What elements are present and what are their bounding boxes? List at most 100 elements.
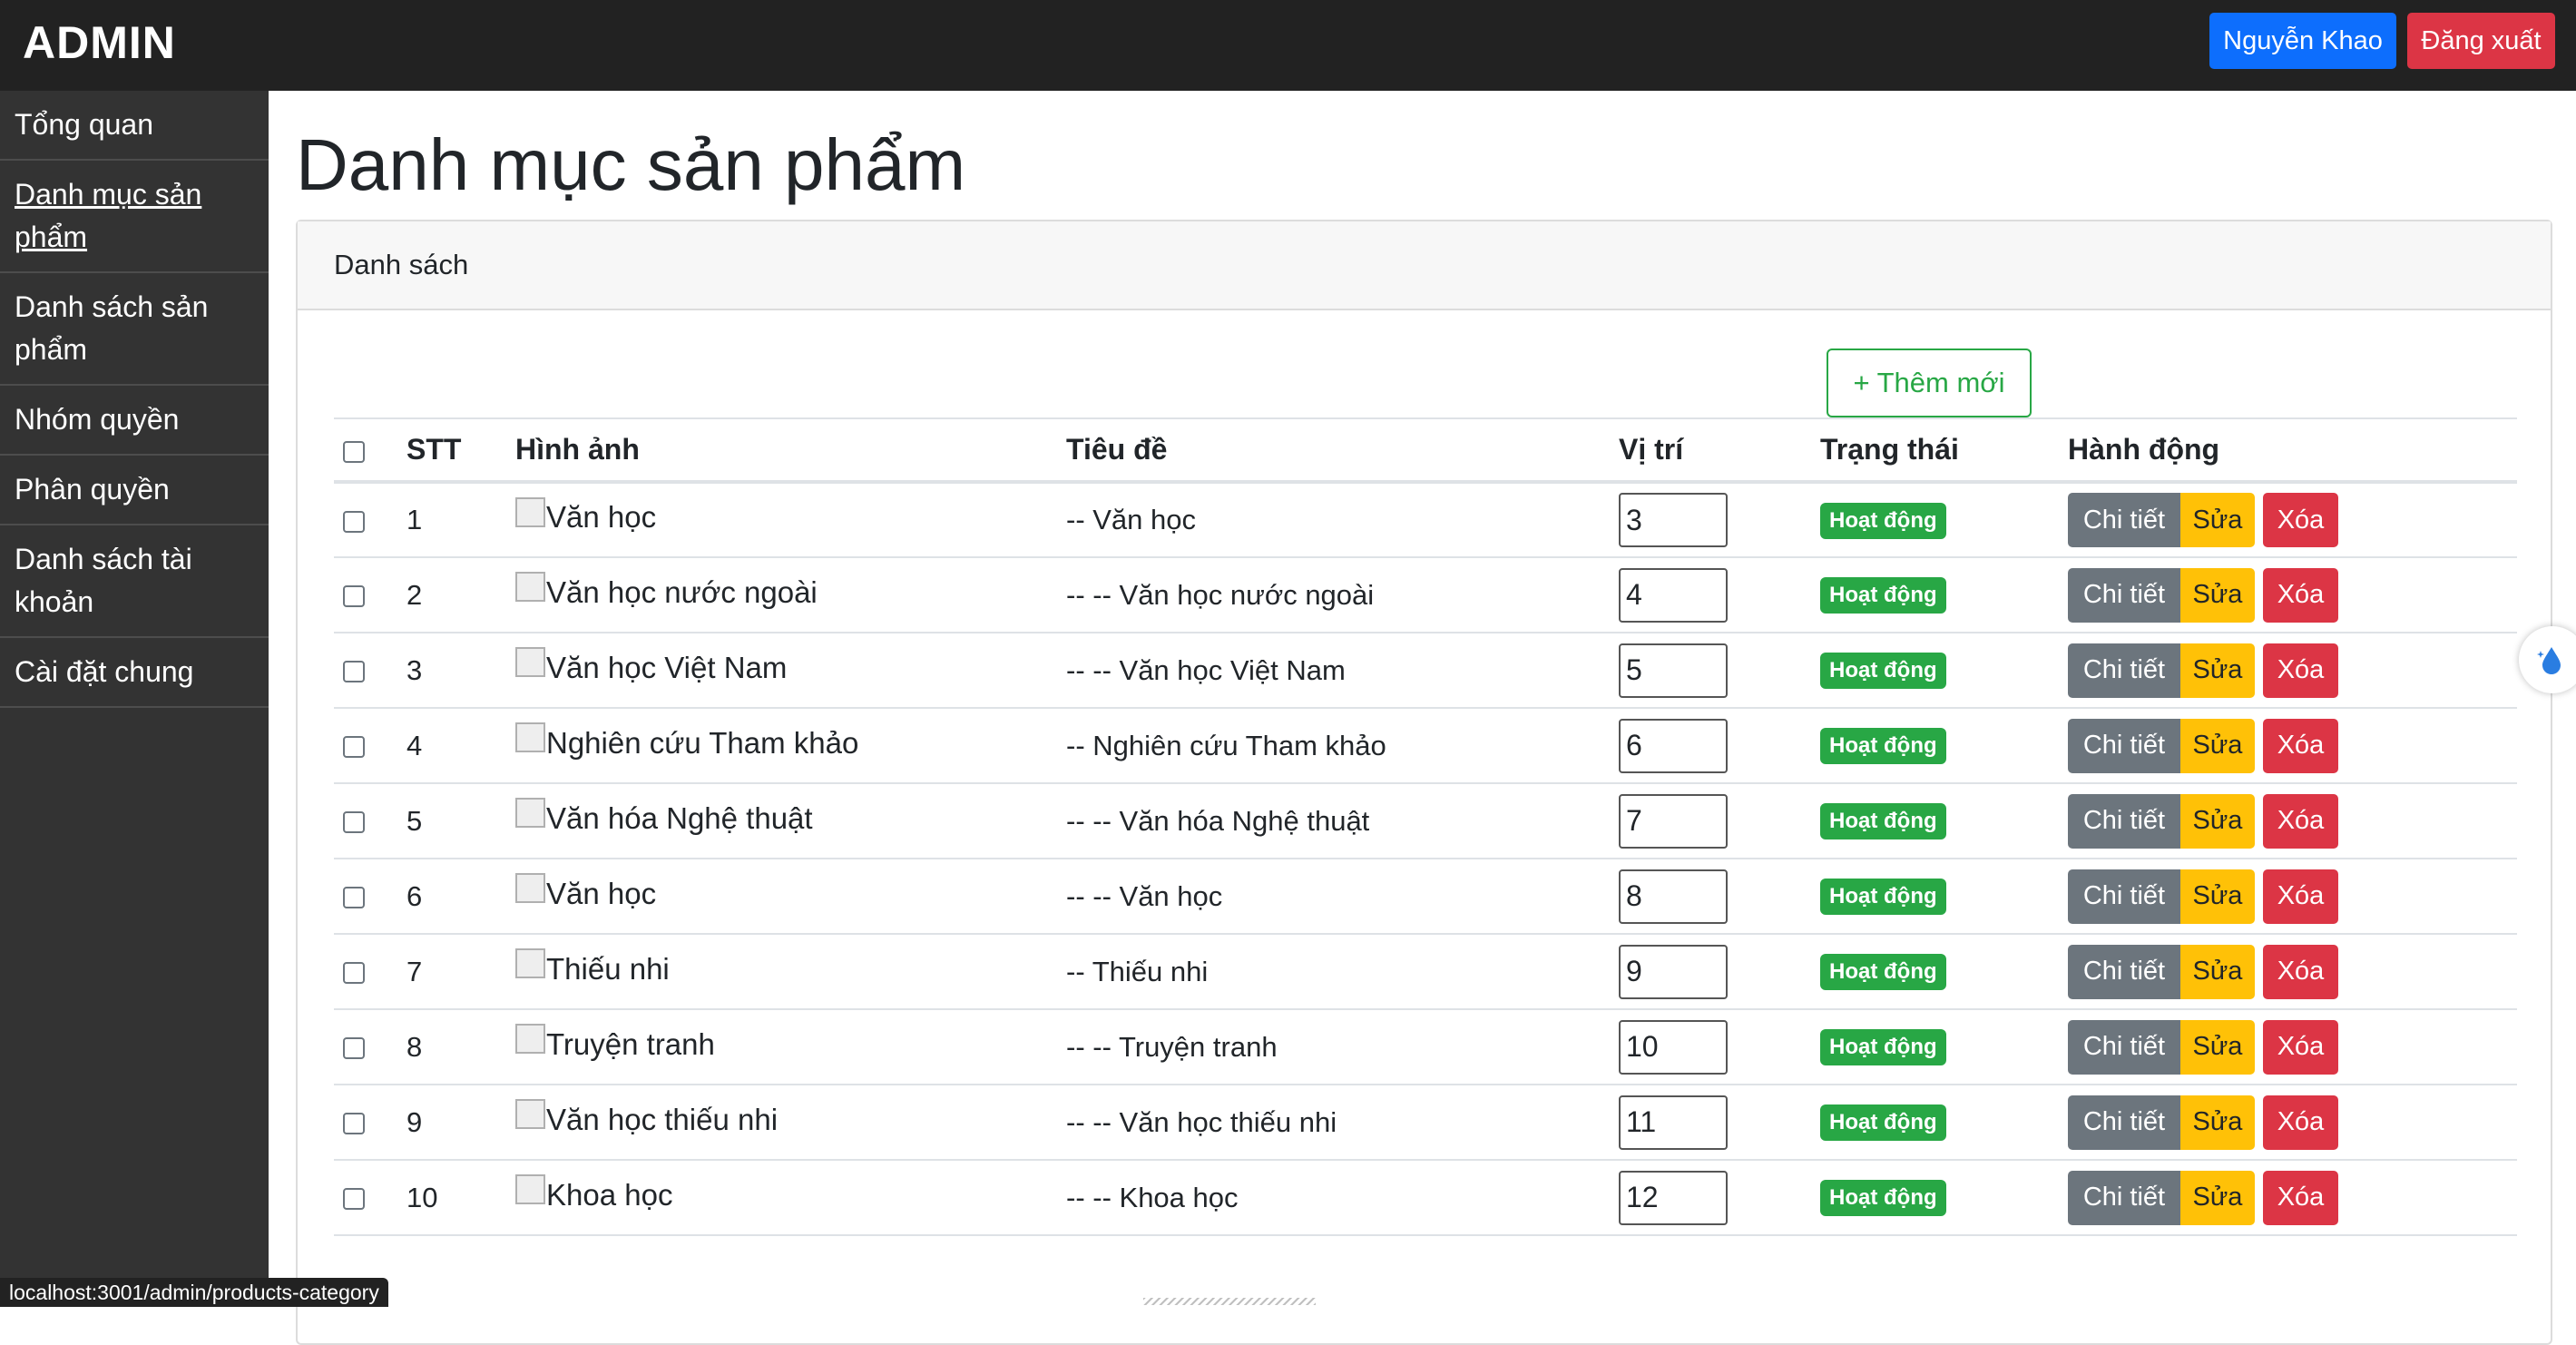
detail-button[interactable]: Chi tiết <box>2068 793 2180 849</box>
category-image: Khoa học <box>515 1174 673 1212</box>
delete-button[interactable]: Xóa <box>2263 1095 2338 1150</box>
edit-button[interactable]: Sửa <box>2180 567 2255 623</box>
detail-button[interactable]: Chi tiết <box>2068 869 2180 924</box>
edit-button[interactable]: Sửa <box>2180 944 2255 999</box>
row-image-cell: Văn học nước ngoài <box>515 557 1066 633</box>
delete-button[interactable]: Xóa <box>2263 1019 2338 1075</box>
row-position-cell: 8 <box>1619 859 1820 934</box>
detail-button[interactable]: Chi tiết <box>2068 493 2180 547</box>
sidebar-item-product-category[interactable]: Danh mục sản phẩm <box>0 161 269 273</box>
row-title: -- -- Văn học nước ngoài <box>1066 578 1375 611</box>
row-title: -- -- Truyện tranh <box>1066 1030 1278 1063</box>
broken-image-icon <box>515 798 545 829</box>
sidebar-item-product-list[interactable]: Danh sách sản phẩm <box>0 273 269 386</box>
category-image: Văn học nước ngoài <box>515 572 818 610</box>
status-badge[interactable]: Hoạt động <box>1820 803 1946 839</box>
status-badge[interactable]: Hoạt động <box>1820 1104 1946 1141</box>
image-alt-text: Văn học nước ngoài <box>546 574 818 609</box>
row-checkbox[interactable] <box>343 1113 365 1135</box>
row-status-cell: Hoạt động <box>1820 934 2068 1009</box>
broken-image-icon <box>515 1099 545 1130</box>
delete-button[interactable]: Xóa <box>2263 567 2338 623</box>
resize-grip[interactable] <box>1143 1298 1316 1305</box>
edit-button[interactable]: Sửa <box>2180 869 2255 924</box>
detail-button[interactable]: Chi tiết <box>2068 1019 2180 1075</box>
position-input[interactable]: 11 <box>1619 1095 1728 1150</box>
sidebar-item-settings[interactable]: Cài đặt chung <box>0 638 269 708</box>
status-badge[interactable]: Hoạt động <box>1820 502 1946 539</box>
image-alt-text: Truyện tranh <box>546 1026 715 1061</box>
position-input[interactable]: 6 <box>1619 718 1728 773</box>
delete-button[interactable]: Xóa <box>2263 1170 2338 1225</box>
table-body: 1 Văn học -- Văn học 3 Hoạt động Chi tiế… <box>334 482 2517 1235</box>
row-checkbox[interactable] <box>343 585 365 608</box>
sidebar-item-roles[interactable]: Nhóm quyền <box>0 386 269 456</box>
detail-button[interactable]: Chi tiết <box>2068 718 2180 773</box>
position-input[interactable]: 3 <box>1619 493 1728 547</box>
edit-button[interactable]: Sửa <box>2180 493 2255 547</box>
row-checkbox[interactable] <box>343 661 365 683</box>
delete-button[interactable]: Xóa <box>2263 793 2338 849</box>
status-badge[interactable]: Hoạt động <box>1820 1180 1946 1216</box>
detail-button[interactable]: Chi tiết <box>2068 944 2180 999</box>
edit-button[interactable]: Sửa <box>2180 1095 2255 1150</box>
edit-button[interactable]: Sửa <box>2180 1170 2255 1225</box>
delete-button[interactable]: Xóa <box>2263 643 2338 698</box>
status-badge[interactable]: Hoạt động <box>1820 653 1946 689</box>
row-checkbox[interactable] <box>343 1037 365 1060</box>
edit-button[interactable]: Sửa <box>2180 718 2255 773</box>
user-button[interactable]: Nguyễn Khao <box>2209 13 2396 69</box>
position-input[interactable]: 12 <box>1619 1170 1728 1225</box>
detail-button[interactable]: Chi tiết <box>2068 1095 2180 1150</box>
row-checkbox[interactable] <box>343 510 365 533</box>
position-input[interactable]: 8 <box>1619 869 1728 924</box>
brand-logo[interactable]: ADMIN <box>23 16 176 69</box>
row-select-cell <box>334 859 406 934</box>
edit-button[interactable]: Sửa <box>2180 1019 2255 1075</box>
status-badge[interactable]: Hoạt động <box>1820 577 1946 614</box>
droplet-icon <box>2537 647 2561 674</box>
status-badge[interactable]: Hoạt động <box>1820 728 1946 764</box>
position-input[interactable]: 10 <box>1619 1019 1728 1075</box>
row-image-cell: Truyện tranh <box>515 1009 1066 1085</box>
position-input[interactable]: 9 <box>1619 944 1728 999</box>
delete-button[interactable]: Xóa <box>2263 718 2338 773</box>
row-checkbox[interactable] <box>343 887 365 909</box>
detail-button[interactable]: Chi tiết <box>2068 567 2180 623</box>
broken-image-icon <box>515 948 545 979</box>
sidebar-item-permissions[interactable]: Phân quyền <box>0 456 269 525</box>
table-row: 7 Thiếu nhi -- Thiếu nhi 9 Hoạt động Chi… <box>334 934 2517 1009</box>
sidebar-item-accounts[interactable]: Danh sách tài khoản <box>0 525 269 638</box>
position-input[interactable]: 7 <box>1619 793 1728 849</box>
position-input[interactable]: 5 <box>1619 643 1728 698</box>
position-input[interactable]: 4 <box>1619 567 1728 623</box>
action-group: Chi tiết Sửa Xóa <box>2068 1019 2517 1075</box>
top-navbar: ADMIN Nguyễn Khao Đăng xuất <box>0 0 2576 91</box>
broken-image-icon <box>515 1024 545 1055</box>
row-checkbox[interactable] <box>343 1188 365 1211</box>
detail-button[interactable]: Chi tiết <box>2068 643 2180 698</box>
row-checkbox[interactable] <box>343 962 365 985</box>
row-checkbox[interactable] <box>343 736 365 759</box>
row-checkbox[interactable] <box>343 811 365 834</box>
add-new-button[interactable]: + Thêm mới <box>1827 349 2032 417</box>
row-image-cell: Văn học <box>515 859 1066 934</box>
edit-button[interactable]: Sửa <box>2180 793 2255 849</box>
row-select-cell <box>334 708 406 783</box>
status-badge[interactable]: Hoạt động <box>1820 879 1946 915</box>
select-all-cell <box>334 418 406 482</box>
delete-button[interactable]: Xóa <box>2263 869 2338 924</box>
sidebar-item-overview[interactable]: Tổng quan <box>0 91 269 161</box>
status-badge[interactable]: Hoạt động <box>1820 954 1946 990</box>
delete-button[interactable]: Xóa <box>2263 493 2338 547</box>
image-alt-text: Khoa học <box>546 1177 673 1212</box>
edit-button[interactable]: Sửa <box>2180 643 2255 698</box>
select-all-checkbox[interactable] <box>343 440 365 463</box>
status-badge[interactable]: Hoạt động <box>1820 1029 1946 1065</box>
delete-button[interactable]: Xóa <box>2263 944 2338 999</box>
table-row: 3 Văn học Việt Nam -- -- Văn học Việt Na… <box>334 633 2517 708</box>
row-status-cell: Hoạt động <box>1820 482 2068 557</box>
row-title: -- -- Văn học <box>1066 879 1223 912</box>
detail-button[interactable]: Chi tiết <box>2068 1170 2180 1225</box>
logout-button[interactable]: Đăng xuất <box>2407 13 2555 69</box>
